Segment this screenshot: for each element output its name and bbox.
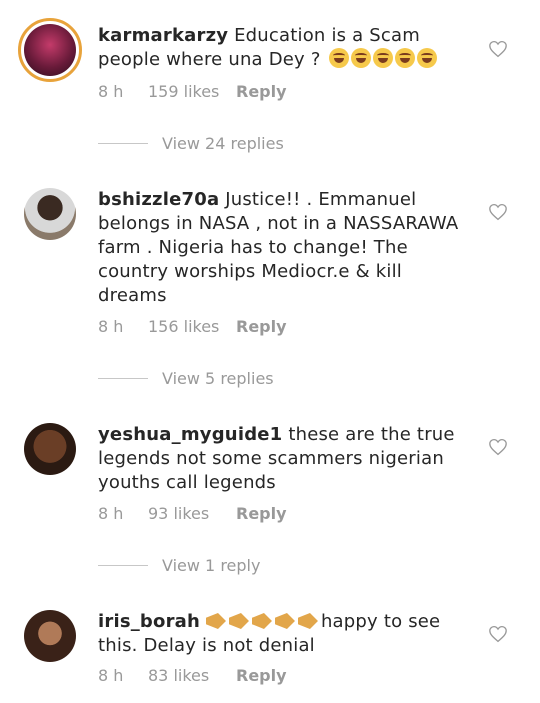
grinning-sweat-emoji <box>372 48 393 68</box>
hand-pointing-right-emoji <box>274 613 295 629</box>
comment-likes[interactable]: 159 likes <box>148 82 236 101</box>
view-replies-label: View 1 reply <box>162 556 261 575</box>
comment-time: 8 h <box>98 82 124 101</box>
divider <box>98 378 148 379</box>
hand-pointing-right-emoji <box>251 613 272 629</box>
heart-outline-icon[interactable] <box>488 625 508 643</box>
comment-username[interactable]: karmarkarzy <box>98 25 228 46</box>
comment-body: yeshua_myguide1 these are the true legen… <box>98 423 468 495</box>
comment-username[interactable]: bshizzle70a <box>98 189 219 210</box>
avatar-image <box>24 24 76 76</box>
grinning-sweat-emoji <box>350 48 371 68</box>
divider <box>98 565 148 566</box>
reply-button[interactable]: Reply <box>236 504 287 523</box>
comment-likes[interactable]: 83 likes <box>148 666 236 685</box>
reply-button[interactable]: Reply <box>236 317 287 336</box>
comment-meta: 8 h 159 likes Reply <box>98 82 287 101</box>
view-replies-button[interactable]: View 24 replies <box>98 134 284 153</box>
divider <box>98 143 148 144</box>
comment-body: iris_borah happy to see this. Delay is n… <box>98 610 468 658</box>
comment-meta: 8 h 83 likes Reply <box>98 666 287 685</box>
heart-outline-icon[interactable] <box>488 203 508 221</box>
avatar[interactable] <box>18 18 82 82</box>
comment-body: bshizzle70a Justice!! . Emmanuel belongs… <box>98 188 468 308</box>
grinning-sweat-emoji <box>394 48 415 68</box>
grinning-sweat-emoji <box>416 48 437 68</box>
reply-button[interactable]: Reply <box>236 666 287 685</box>
heart-outline-icon[interactable] <box>488 438 508 456</box>
comment-likes[interactable]: 93 likes <box>148 504 236 523</box>
comment-meta: 8 h 93 likes Reply <box>98 504 287 523</box>
grinning-sweat-emoji <box>328 48 349 68</box>
comment-likes[interactable]: 156 likes <box>148 317 236 336</box>
view-replies-button[interactable]: View 1 reply <box>98 556 260 575</box>
comment-username[interactable]: iris_borah <box>98 611 200 632</box>
comment-body: karmarkarzy Education is a Scam people w… <box>98 24 468 72</box>
view-replies-label: View 24 replies <box>162 134 284 153</box>
hand-pointing-right-emoji <box>205 613 226 629</box>
avatar[interactable] <box>24 188 76 240</box>
hand-pointing-right-emoji <box>297 613 318 629</box>
comment-username[interactable]: yeshua_myguide1 <box>98 424 282 445</box>
view-replies-label: View 5 replies <box>162 369 274 388</box>
avatar[interactable] <box>24 610 76 662</box>
comment-time: 8 h <box>98 504 124 523</box>
comment-time: 8 h <box>98 317 124 336</box>
hand-pointing-right-emoji <box>228 613 249 629</box>
view-replies-button[interactable]: View 5 replies <box>98 369 274 388</box>
avatar[interactable] <box>24 423 76 475</box>
comment-meta: 8 h 156 likes Reply <box>98 317 287 336</box>
reply-button[interactable]: Reply <box>236 82 287 101</box>
comment-time: 8 h <box>98 666 124 685</box>
heart-outline-icon[interactable] <box>488 40 508 58</box>
